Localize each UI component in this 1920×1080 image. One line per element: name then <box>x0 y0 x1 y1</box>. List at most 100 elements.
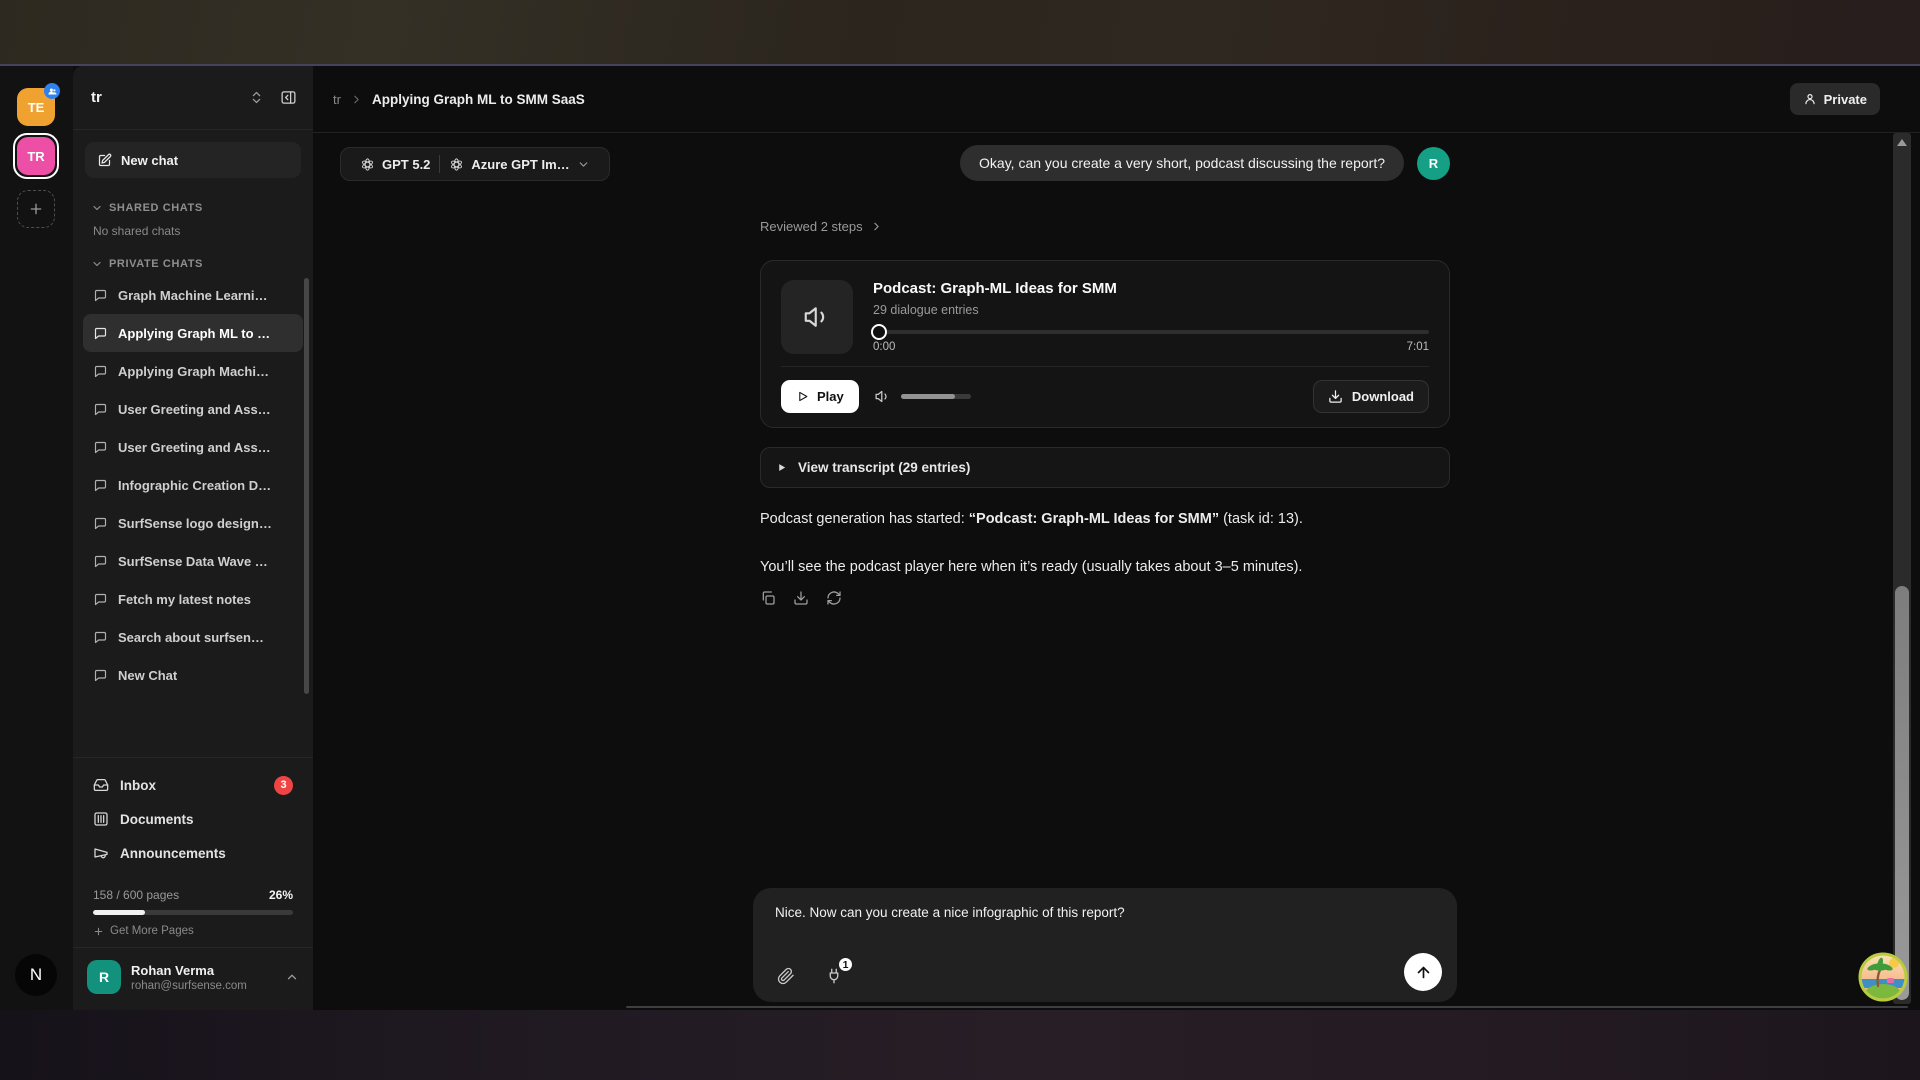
chat-list-item[interactable]: Applying Graph Machi… <box>83 352 303 390</box>
chevron-up-icon <box>285 970 299 984</box>
speaker-icon <box>802 302 832 332</box>
assistant-status-line2: You’ll see the podcast player here when … <box>760 557 1450 577</box>
shared-chats-section-toggle[interactable]: SHARED CHATS <box>83 188 303 220</box>
breadcrumb-workspace[interactable]: tr <box>333 92 341 107</box>
collapse-sidebar-button[interactable] <box>278 87 299 108</box>
chat-list-item[interactable]: Search about surfsen… <box>83 618 303 656</box>
usage-progress-bar <box>93 910 293 915</box>
shared-chats-label: SHARED CHATS <box>109 202 203 214</box>
new-chat-button[interactable]: New chat <box>85 142 301 178</box>
plus-icon <box>28 201 44 217</box>
workspace-avatar-tr: TR <box>17 137 55 175</box>
chat-list-item[interactable]: Graph Machine Learni… <box>83 276 303 314</box>
inbox-icon <box>93 777 109 793</box>
chat-item-label: SurfSense logo design… <box>118 516 272 531</box>
chat-item-label: Infographic Creation D… <box>118 478 271 493</box>
workspace-avatar-tr-selected[interactable]: TR <box>13 133 59 179</box>
chat-item-label: Applying Graph Machi… <box>118 364 269 379</box>
sidebar-scrollbar-thumb[interactable] <box>304 278 309 694</box>
attach-file-button[interactable] <box>775 965 797 987</box>
scroll-up-arrow-icon[interactable] <box>1896 138 1908 147</box>
connector-count-badge: 1 <box>837 956 854 973</box>
megaphone-icon <box>93 845 109 861</box>
chat-list-item[interactable]: New Chat <box>83 656 303 694</box>
play-button[interactable]: Play <box>781 380 859 413</box>
privacy-toggle-button[interactable]: Private <box>1790 83 1880 115</box>
chevron-down-icon <box>91 202 103 214</box>
workspace-rail: TE TR N <box>0 66 73 1010</box>
elapsed-time: 0:00 <box>873 341 895 353</box>
seek-knob[interactable] <box>871 324 887 340</box>
workspace-tr-initials: TR <box>27 149 44 164</box>
user-message-bubble: Okay, can you create a very short, podca… <box>960 145 1404 181</box>
user-menu[interactable]: R Rohan Verma rohan@surfsense.com <box>73 947 313 1010</box>
chevron-right-icon <box>870 220 883 233</box>
podcast-player-card: Podcast: Graph-ML Ideas for SMM 29 dialo… <box>760 260 1450 428</box>
play-icon <box>796 390 809 403</box>
compose-icon <box>97 153 112 168</box>
model-selector: GPT 5.2 Azure GPT Im… <box>340 147 610 181</box>
seek-slider[interactable] <box>873 330 1429 334</box>
add-workspace-button[interactable] <box>17 190 55 228</box>
paperclip-icon <box>777 967 795 985</box>
chat-list-item[interactable]: Infographic Creation D… <box>83 466 303 504</box>
reviewed-steps-label: Reviewed 2 steps <box>760 219 863 234</box>
openai-logo-icon <box>360 157 375 172</box>
privacy-label: Private <box>1824 92 1867 107</box>
chat-list-item-active[interactable]: Applying Graph ML to … <box>83 314 303 352</box>
chat-bubble-icon <box>93 402 108 417</box>
model-secondary[interactable]: Azure GPT Im… <box>440 157 598 172</box>
nav-documents[interactable]: Documents <box>85 802 301 836</box>
volume-slider[interactable] <box>901 394 971 399</box>
workspace-avatar-te[interactable]: TE <box>17 88 55 126</box>
workspace-te-initials: TE <box>28 100 45 115</box>
private-chats-section-toggle[interactable]: PRIVATE CHATS <box>83 244 303 276</box>
inbox-unread-badge: 3 <box>274 776 293 795</box>
status-task-id: (task id: 13). <box>1219 511 1303 527</box>
download-button[interactable]: Download <box>1313 380 1429 413</box>
new-chat-label: New chat <box>121 153 178 168</box>
reviewed-steps-toggle[interactable]: Reviewed 2 steps <box>760 219 883 234</box>
chat-list-item[interactable]: SurfSense Data Wave … <box>83 542 303 580</box>
transcript-expander[interactable]: View transcript (29 entries) <box>760 447 1450 488</box>
chat-list-item[interactable]: SurfSense logo design… <box>83 504 303 542</box>
chat-list-item[interactable]: User Greeting and Ass… <box>83 428 303 466</box>
regenerate-button[interactable] <box>826 590 842 606</box>
model-primary-label: GPT 5.2 <box>382 157 430 172</box>
chat-item-label: SurfSense Data Wave … <box>118 554 268 569</box>
get-more-pages-button[interactable]: Get More Pages <box>93 925 293 937</box>
chat-list-item[interactable]: User Greeting and Ass… <box>83 390 303 428</box>
workspace-switcher-button[interactable] <box>247 88 266 107</box>
island-badge-icon[interactable] <box>1858 952 1908 1002</box>
sidebar-header: tr <box>73 66 313 130</box>
chat-bubble-icon <box>93 478 108 493</box>
chevron-down-icon <box>91 258 103 270</box>
copy-icon <box>760 590 776 606</box>
scrollbar-thumb[interactable] <box>1895 586 1909 1000</box>
nav-inbox-label: Inbox <box>120 778 156 793</box>
volume-icon <box>874 388 891 405</box>
chat-bubble-icon <box>93 630 108 645</box>
user-name: Rohan Verma <box>131 963 275 978</box>
app-window: TE TR N tr <box>0 66 1920 1010</box>
model-primary[interactable]: GPT 5.2 <box>351 157 439 172</box>
copy-message-button[interactable] <box>760 590 776 606</box>
chat-bubble-icon <box>93 364 108 379</box>
usage-meter: 158 / 600 pages 26% Get More Pages <box>73 880 313 947</box>
chat-bubble-icon <box>93 288 108 303</box>
download-message-button[interactable] <box>793 590 809 606</box>
chat-item-label: Applying Graph ML to … <box>118 326 270 341</box>
user-message-row: Okay, can you create a very short, podca… <box>760 145 1450 181</box>
user-email: rohan@surfsense.com <box>131 980 275 992</box>
nav-announcements[interactable]: Announcements <box>85 836 301 870</box>
page-scrollbar[interactable] <box>1893 133 1911 1004</box>
nav-inbox[interactable]: Inbox 3 <box>85 768 301 802</box>
chat-list: SHARED CHATS No shared chats PRIVATE CHA… <box>73 182 313 757</box>
composer-input[interactable]: Nice. Now can you create a nice infograp… <box>753 888 1457 920</box>
desktop-bottom-strip <box>0 1010 1920 1080</box>
chat-list-item[interactable]: Fetch my latest notes <box>83 580 303 618</box>
podcast-title: Podcast: Graph-ML Ideas for SMM <box>873 280 1429 297</box>
play-label: Play <box>817 389 844 404</box>
nav-announcements-label: Announcements <box>120 846 226 861</box>
send-button[interactable] <box>1404 953 1442 991</box>
